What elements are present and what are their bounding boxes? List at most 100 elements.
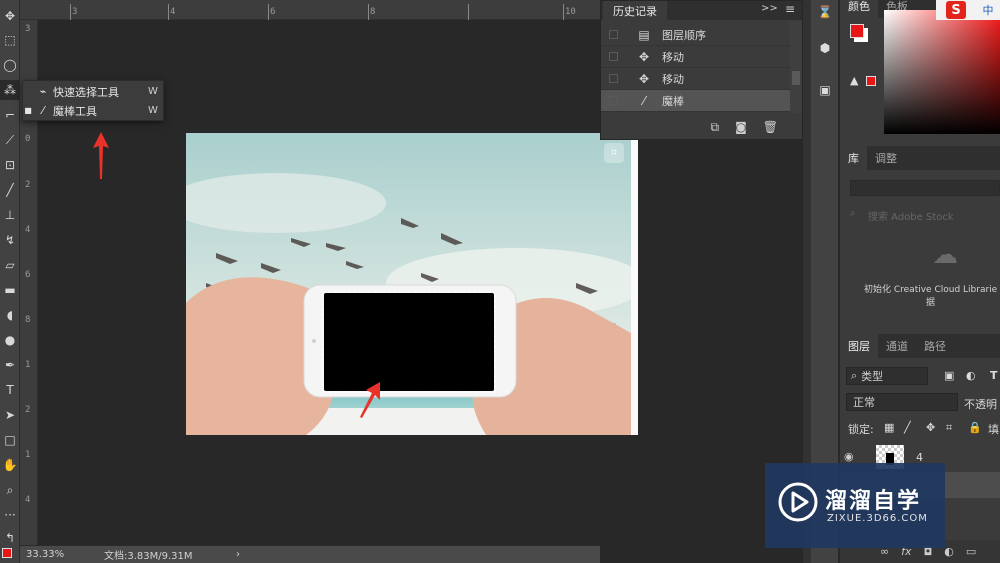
zoom-tool-icon[interactable]: ⌕ <box>0 480 20 500</box>
status-menu-arrow[interactable]: › <box>236 549 240 560</box>
new-group-icon[interactable]: ▭ <box>966 545 976 558</box>
history-brush-tool-icon[interactable]: ↯ <box>0 230 20 250</box>
dodge-tool-icon[interactable]: ● <box>0 330 20 350</box>
library-panel-tabs: 库 调整 <box>840 146 1000 170</box>
selection-marker: ■ <box>24 106 32 115</box>
status-bar: 33.33% 文档:3.83M/9.31M › <box>20 545 600 563</box>
image-filter-icon[interactable]: ▣ <box>944 369 954 382</box>
history-state[interactable]: ✥ 移动 <box>601 46 790 68</box>
stamp-tool-icon[interactable]: ⊥ <box>0 205 20 225</box>
ruler-tick: 10 <box>565 7 576 17</box>
pen-tool-icon[interactable]: ✒ <box>0 355 20 375</box>
blend-mode-value: 正常 <box>853 396 875 409</box>
shortcut-label: W <box>148 105 158 116</box>
ruler-tick: 3 <box>72 7 78 17</box>
tab-library[interactable]: 库 <box>840 146 867 170</box>
brush-tool-icon[interactable]: ╱ <box>0 180 20 200</box>
lock-all-icon[interactable]: 🔒 <box>968 421 982 434</box>
lock-transparency-icon[interactable]: ▦ <box>884 421 894 434</box>
zoom-level[interactable]: 33.33% <box>26 549 86 560</box>
library-dropdown[interactable] <box>850 180 1000 196</box>
history-footer: ⧉ ◙ 🗑 <box>601 115 802 139</box>
tab-channels[interactable]: 通道 <box>878 334 916 358</box>
adjustment-filter-icon[interactable]: ◐ <box>966 369 976 382</box>
eyedropper-tool-icon[interactable]: ⟋ <box>0 130 20 150</box>
snapshot-checkbox[interactable] <box>609 74 618 83</box>
tab-color[interactable]: 颜色 <box>840 0 878 18</box>
panel-menu-icon[interactable]: ≡ <box>785 2 795 16</box>
blur-tool-icon[interactable]: ◖ <box>0 305 20 325</box>
type-tool-icon[interactable]: T <box>0 380 20 400</box>
3d-cube-icon[interactable]: ⬢ <box>815 38 835 58</box>
fill-label: 填 <box>988 423 999 436</box>
lock-pixels-icon[interactable]: ╱ <box>904 421 911 434</box>
history-state-label: 移动 <box>662 72 684 86</box>
shortcut-label: W <box>148 86 158 97</box>
ruler-tick: 4 <box>25 225 31 235</box>
adjustment-layer-icon[interactable]: ◐ <box>944 545 954 558</box>
history-state-label: 魔棒 <box>662 94 684 108</box>
tab-history[interactable]: 历史记录 <box>603 1 667 20</box>
hand-tool-icon[interactable]: ✋ <box>0 455 20 475</box>
marquee-tool-icon[interactable]: ⬚ <box>0 30 20 50</box>
trash-icon[interactable]: 🗑 <box>763 120 778 134</box>
tab-paths[interactable]: 路径 <box>916 334 954 358</box>
new-document-from-state-icon[interactable]: ⧉ <box>711 120 720 135</box>
history-state[interactable]: ⁄ 魔棒 <box>601 90 790 112</box>
scan-icon: ⌗ <box>604 143 624 163</box>
document-canvas[interactable]: ⌗ <box>186 133 638 435</box>
history-scrollbar[interactable] <box>790 21 802 113</box>
ime-indicator: 中 <box>976 0 1000 20</box>
layer-filter-select[interactable]: ⌕ 类型 <box>846 367 928 385</box>
menu-item-quick-selection[interactable]: ⌁ 快速选择工具 W <box>23 82 163 101</box>
search-icon: ⌕ <box>850 208 856 219</box>
layer-filter-value: 类型 <box>861 370 884 383</box>
scrollbar-thumb[interactable] <box>792 71 800 85</box>
tab-adjustments[interactable]: 调整 <box>867 146 905 170</box>
lasso-tool-icon[interactable]: ◯ <box>0 55 20 75</box>
more-tools-icon[interactable]: ··· <box>0 505 20 525</box>
eye-icon[interactable]: ◉ <box>844 450 854 463</box>
library-search-input[interactable]: 搜索 Adobe Stock <box>868 208 954 223</box>
menu-item-magic-wand[interactable]: ■ ⁄ 魔棒工具 W <box>23 101 163 120</box>
gamut-color-swatch[interactable] <box>866 76 876 86</box>
blend-mode-select[interactable]: 正常 <box>846 393 958 411</box>
path-select-tool-icon[interactable]: ➤ <box>0 405 20 425</box>
lock-position-icon[interactable]: ✥ <box>926 421 935 434</box>
color-field[interactable] <box>884 10 1000 134</box>
history-panel-icon[interactable]: ⌛ <box>815 2 835 22</box>
opacity-label: 不透明 <box>964 398 997 411</box>
history-state[interactable]: ✥ 移动 <box>601 68 790 90</box>
foreground-color-swatch[interactable] <box>2 548 12 558</box>
shape-tool-icon[interactable]: □ <box>0 430 20 450</box>
ruler-tick: 1 <box>25 450 31 460</box>
frame-tool-icon[interactable]: ⊡ <box>0 155 20 175</box>
sohu-badge: S <box>946 1 966 19</box>
crop-tool-icon[interactable]: ⌐ <box>0 105 20 125</box>
folder-icon[interactable]: ▣ <box>815 80 835 100</box>
swap-colors-icon[interactable]: ↰ <box>0 528 20 548</box>
history-state[interactable]: ▤ 图层顺序 <box>601 24 790 46</box>
quick-selection-icon: ⌁ <box>39 85 47 98</box>
magic-wand-tool-icon[interactable]: ⁂ <box>0 80 20 100</box>
ruler-tick: 6 <box>25 270 31 280</box>
document-info: 文档:3.83M/9.31M <box>104 551 193 562</box>
library-status-text-2: 据 <box>926 298 936 308</box>
tab-layers[interactable]: 图层 <box>840 334 878 358</box>
ruler-tick: 2 <box>25 180 31 190</box>
history-panel-header: 历史记录 >> ≡ <box>601 1 802 20</box>
move-tool-icon[interactable]: ✥ <box>0 6 20 26</box>
camera-icon[interactable]: ◙ <box>735 120 747 134</box>
lock-artboard-icon[interactable]: ⌗ <box>946 421 952 435</box>
type-filter-icon[interactable]: T <box>990 369 998 382</box>
watermark: 溜溜自学 ZIXUE.3D66.COM <box>765 463 945 548</box>
eraser-tool-icon[interactable]: ▱ <box>0 255 20 275</box>
canvas-edge <box>631 133 638 435</box>
snapshot-checkbox[interactable] <box>609 30 618 39</box>
snapshot-checkbox[interactable] <box>609 52 618 61</box>
snapshot-checkbox[interactable] <box>609 96 618 105</box>
gradient-tool-icon[interactable]: ▬ <box>0 280 20 300</box>
search-icon: ⌕ <box>851 369 858 382</box>
foreground-color-swatch[interactable] <box>850 24 864 38</box>
panel-collapse-icon[interactable]: >> <box>761 3 778 14</box>
